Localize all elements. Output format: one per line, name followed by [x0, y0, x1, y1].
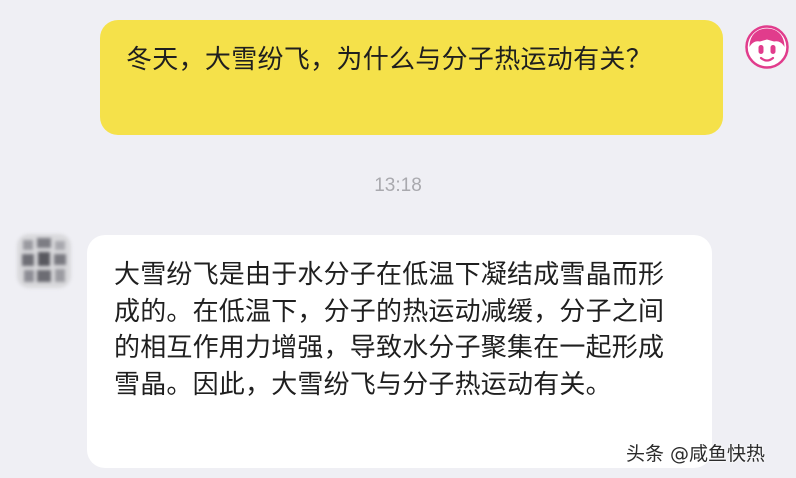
watermark: 头条 @咸鱼快热	[626, 443, 766, 465]
user-message-text: 冬天，大雪纷飞，为什么与分子热运动有关？	[126, 45, 653, 75]
chat-thread: 冬天，大雪纷飞，为什么与分子热运动有关？ 13:18 大雪纷飞是由于水分子在低温…	[0, 0, 796, 478]
user-message-bubble[interactable]: 冬天，大雪纷飞，为什么与分子热运动有关？	[100, 20, 723, 135]
assistant-avatar-icon[interactable]	[17, 234, 71, 288]
assistant-message-text: 大雪纷飞是由于水分子在低温下凝结成雪晶而形成的。在低温下，分子的热运动减缓，分子…	[114, 260, 665, 400]
message-timestamp: 13:18	[374, 175, 422, 196]
assistant-message-bubble[interactable]: 大雪纷飞是由于水分子在低温下凝结成雪晶而形成的。在低温下，分子的热运动减缓，分子…	[87, 235, 712, 468]
user-avatar-icon[interactable]	[745, 25, 789, 69]
